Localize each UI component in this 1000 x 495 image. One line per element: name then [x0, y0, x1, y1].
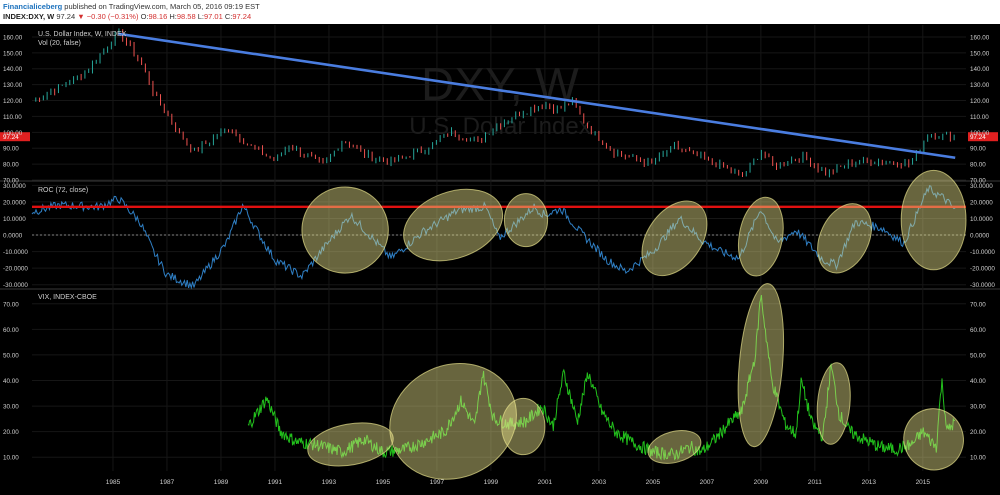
y-tick-label-right: 60.00 [970, 327, 986, 334]
y-tick-label-right: -30.0000 [970, 282, 995, 289]
y-tick-label-left: 20.0000 [3, 199, 26, 206]
y-tick-label-right: 40.00 [970, 378, 986, 385]
x-tick-label: 2011 [808, 479, 822, 486]
y-tick-label-right: 70.00 [970, 301, 986, 308]
highlight-ellipse [900, 169, 967, 271]
x-tick-label: 1997 [430, 479, 445, 486]
y-tick-label-left: 90.00 [3, 146, 19, 153]
close-value: 97.24 [232, 12, 252, 21]
y-tick-label-left: 100.00 [3, 130, 23, 137]
y-tick-label-left: -30.0000 [3, 282, 28, 289]
watermark-symbol: DXY, W [421, 58, 579, 110]
last-price: 97.24 [56, 12, 76, 21]
x-tick-label: 2009 [754, 479, 769, 486]
y-tick-label-right: 160.00 [970, 34, 990, 41]
y-tick-label-right: 30.0000 [970, 183, 993, 190]
y-tick-label-right: 140.00 [970, 66, 990, 73]
y-tick-label-left: 0.0000 [3, 233, 23, 240]
x-tick-label: 2001 [538, 479, 553, 486]
y-tick-label-left: 30.0000 [3, 183, 26, 190]
y-tick-label-right: 10.00 [970, 455, 986, 462]
open-value: 98.16 [148, 12, 168, 21]
x-tick-label: 1993 [322, 479, 337, 486]
roc-pane[interactable] [31, 169, 967, 290]
y-tick-label-right: 100.00 [970, 130, 990, 137]
y-tick-label-left: 50.00 [3, 352, 19, 359]
y-tick-label-right: 50.00 [970, 352, 986, 359]
low-value: 97.01 [204, 12, 223, 21]
chart-canvas[interactable]: DXY, W U.S. Dollar Index 97.24 97.24 70.0… [0, 24, 1000, 495]
y-tick-label-left: 20.00 [3, 429, 19, 436]
y-tick-label-right: 150.00 [970, 50, 990, 57]
y-tick-label-right: -10.0000 [970, 249, 995, 256]
y-tick-label-left: 130.00 [3, 82, 23, 89]
symbol-line: INDEX:DXY, W 97.24 ▼ −0.30 (−0.31%) O:98… [3, 12, 251, 21]
y-tick-label-right: 0.0000 [970, 233, 990, 240]
highlight-ellipse [503, 193, 549, 248]
author-link[interactable]: Financialiceberg [3, 2, 62, 11]
y-tick-label-right: 20.00 [970, 429, 986, 436]
down-arrow-icon: ▼ [77, 12, 85, 21]
y-tick-label-right: 110.00 [970, 114, 989, 121]
x-tick-label: 2003 [592, 479, 607, 486]
dxy-pane-title: U.S. Dollar Index, W, INDEX [38, 31, 127, 38]
highlight-ellipse [903, 408, 964, 471]
y-tick-label-left: 80.00 [3, 162, 19, 169]
volume-legend: Vol (20, false) [38, 40, 81, 47]
x-tick-label: 1995 [376, 479, 391, 486]
y-tick-label-left: 160.00 [3, 34, 23, 41]
roc-pane-title: ROC (72, close) [38, 187, 88, 194]
vix-pane[interactable] [247, 282, 972, 495]
publish-info: published on TradingView.com, March 05, … [64, 2, 260, 11]
publish-line: Financialiceberg published on TradingVie… [3, 2, 260, 11]
y-tick-label-right: 120.00 [970, 98, 990, 105]
price-change: −0.30 (−0.31%) [86, 12, 139, 21]
x-tick-label: 2013 [862, 479, 877, 486]
y-tick-label-right: 20.0000 [970, 199, 993, 206]
y-tick-label-left: 150.00 [3, 50, 23, 57]
y-tick-label-right: 30.00 [970, 404, 986, 411]
highlight-ellipse [816, 362, 851, 445]
y-tick-label-left: 60.00 [3, 327, 19, 334]
y-tick-label-left: 140.00 [3, 66, 23, 73]
symbol-label: INDEX:DXY, W [3, 12, 55, 21]
highlight-ellipse [501, 397, 546, 456]
y-tick-label-left: 30.00 [3, 404, 19, 411]
highlight-ellipse [403, 188, 504, 262]
y-tick-label-left: -20.0000 [3, 266, 28, 273]
y-tick-label-right: 10.0000 [970, 216, 993, 223]
vix-pane-title: VIX, INDEX-CBOE [38, 294, 97, 301]
time-axis[interactable]: 1985 1987 1989 1991 1993 1995 1997 1999 2001 2003… [106, 479, 931, 486]
y-tick-label-left: 40.00 [3, 378, 19, 385]
x-tick-label: 1999 [484, 479, 499, 486]
publish-header: Financialiceberg published on TradingVie… [0, 0, 1000, 24]
x-tick-label: 1985 [106, 479, 121, 486]
high-value: 98.58 [176, 12, 196, 21]
x-tick-label: 1987 [160, 479, 175, 486]
y-tick-label-right: 80.00 [970, 162, 986, 169]
y-tick-label-left: -10.0000 [3, 249, 28, 256]
x-tick-label: 2007 [700, 479, 715, 486]
y-tick-label-right: 90.00 [970, 146, 986, 153]
x-tick-label: 1989 [214, 479, 229, 486]
y-tick-label-left: 110.00 [3, 114, 22, 121]
x-tick-label: 2015 [916, 479, 931, 486]
y-tick-label-right: 130.00 [970, 82, 990, 89]
highlight-ellipse [301, 186, 389, 274]
y-tick-label-right: -20.0000 [970, 266, 995, 273]
watermark-name: U.S. Dollar Index [409, 113, 590, 140]
high-label: H: [169, 12, 177, 21]
x-tick-label: 1991 [268, 479, 283, 486]
highlight-ellipse [737, 283, 785, 448]
y-tick-label-left: 120.00 [3, 98, 23, 105]
x-tick-label: 2005 [646, 479, 661, 486]
y-tick-label-left: 70.00 [3, 301, 19, 308]
y-tick-label-left: 10.0000 [3, 216, 26, 223]
y-tick-label-left: 10.00 [3, 455, 19, 462]
